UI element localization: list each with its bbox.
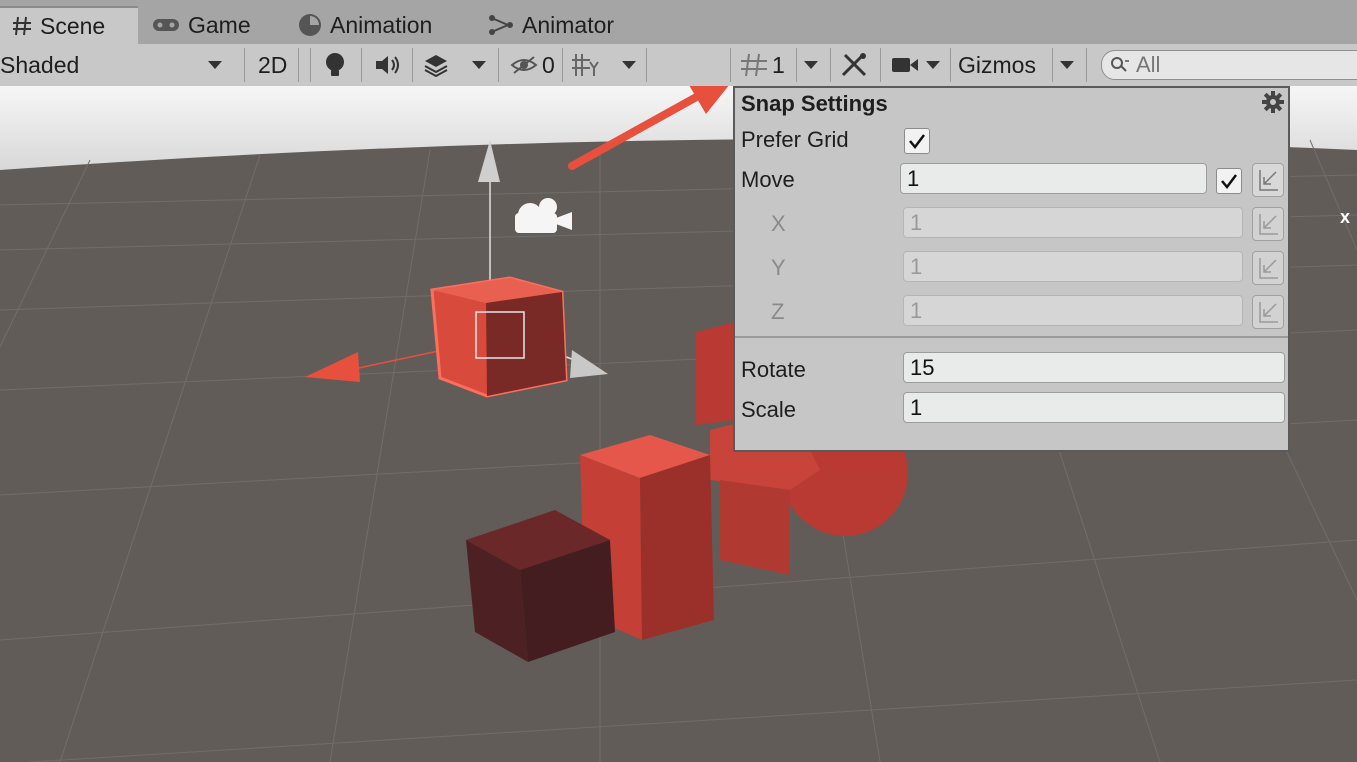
divider [244,48,245,82]
move-label: Move [741,167,795,192]
scale-label: Scale [741,397,797,422]
snap-to-grid-icon [1259,258,1278,279]
effects-dropdown[interactable] [472,44,486,86]
divider [298,48,299,82]
divider [498,48,499,82]
audio-toggle[interactable] [374,44,402,86]
divider [1052,48,1053,82]
gamepad-icon [152,16,180,34]
divider [310,48,311,82]
grid-snap-toggle[interactable]: 1 [740,44,785,86]
checkmark-icon [1221,174,1237,190]
move-snap-to-grid-button[interactable] [1252,163,1284,197]
effects-toggle[interactable] [423,44,449,86]
eye-off-icon [510,56,538,74]
divider [796,48,797,82]
video-camera-icon [892,58,918,72]
chevron-down-icon [926,61,940,69]
divider [361,48,362,82]
z-snap-to-grid-button[interactable] [1252,295,1284,329]
toggle-2d-button[interactable]: 2D [258,44,287,86]
hash-icon [12,16,32,36]
gear-icon[interactable] [1261,90,1285,114]
chevron-down-icon [208,61,222,69]
chevron-down-icon [472,61,486,69]
snap-settings-popup: Snap Settings Prefer Grid Move 1 X 1 Y 1… [733,86,1290,452]
grid-axis-icon [572,54,599,76]
move-snap-field[interactable]: 1 [900,163,1207,194]
gizmos-label: Gizmos [958,51,1036,78]
z-label: Z [771,299,785,324]
x-snap-field[interactable]: 1 [903,207,1243,238]
divider [880,48,881,82]
tab-scene-label: Scene [40,12,106,39]
chevron-down-icon [622,61,636,69]
grid-visibility-dropdown[interactable] [622,44,636,86]
tab-animation-label: Animation [330,11,433,38]
y-snap-field[interactable]: 1 [903,251,1243,282]
scale-snap-field[interactable]: 1 [903,392,1285,423]
divider [412,48,413,82]
search-icon [1111,57,1129,72]
tab-scene[interactable]: Scene [0,6,138,44]
gizmos-dropdown[interactable] [1060,44,1074,86]
hidden-objects-toggle[interactable]: 0 [510,44,555,86]
rotate-label: Rotate [741,357,806,382]
tab-bar: Scene Game Animation Animator [0,0,1357,44]
animator-icon [488,14,514,36]
divider [562,48,563,82]
prefer-grid-label: Prefer Grid [741,127,849,152]
tab-game-label: Game [188,11,251,38]
grid-visibility-toggle[interactable] [570,44,602,86]
rotate-snap-field[interactable]: 15 [903,352,1285,383]
selected-cube[interactable] [430,276,568,398]
hidden-count: 0 [542,51,555,78]
y-snap-to-grid-button[interactable] [1252,251,1284,285]
layers-icon [424,55,448,77]
x-snap-to-grid-button[interactable] [1252,207,1284,241]
camera-settings-button[interactable] [891,44,919,86]
search-placeholder: All [1136,52,1161,77]
lightbulb-icon [326,53,344,76]
prefer-grid-checkbox[interactable] [904,128,930,154]
divider [646,48,647,82]
tab-animator[interactable]: Animator [488,6,614,44]
speaker-icon [376,56,399,74]
gizmos-button[interactable]: Gizmos [958,44,1036,86]
divider [730,48,731,82]
tab-game[interactable]: Game [152,6,251,44]
move-link-checkbox[interactable] [1216,168,1242,194]
snap-to-grid-icon [1259,170,1278,191]
z-snap-field[interactable]: 1 [903,295,1243,326]
draw-mode-label: Shaded [0,51,80,78]
tab-animation[interactable]: Animation [298,6,432,44]
clock-icon [298,13,322,37]
chevron-down-icon [804,61,818,69]
tools-icon [841,53,867,77]
y-label: Y [771,255,786,280]
x-label: X [771,211,786,236]
divider [1086,48,1087,82]
draw-mode-dropdown[interactable]: Shaded [0,44,232,86]
section-divider [735,336,1288,338]
chevron-down-icon [1060,61,1074,69]
toggle-2d-label: 2D [258,51,288,78]
tab-animator-label: Animator [522,11,615,38]
lighting-toggle[interactable] [324,44,346,86]
grid-snap-icon [741,53,767,77]
divider [830,48,831,82]
grid-size-value: 1 [772,51,785,78]
camera-settings-dropdown[interactable] [926,44,940,86]
snap-settings-title: Snap Settings [741,91,888,116]
checkmark-icon [909,134,925,150]
snap-settings-dropdown[interactable] [804,44,818,86]
search-input[interactable]: All [1101,50,1357,80]
snap-to-grid-icon [1259,302,1278,323]
divider [950,48,951,82]
axis-label-x: x [1340,207,1350,227]
snap-to-grid-icon [1259,214,1278,235]
tools-toggle[interactable] [840,44,868,86]
